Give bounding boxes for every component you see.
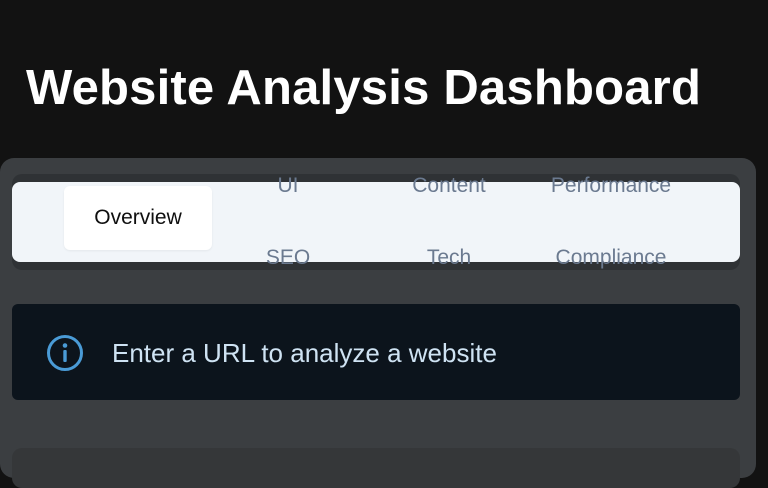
tab-content[interactable]: Content — [412, 174, 486, 198]
tab-performance[interactable]: Performance — [551, 174, 671, 198]
page-title: Website Analysis Dashboard — [26, 61, 702, 115]
tab-ui[interactable]: UI — [278, 174, 299, 198]
alert-message: Enter a URL to analyze a website — [112, 338, 497, 368]
info-icon — [47, 335, 83, 371]
tab-tech[interactable]: Tech — [427, 246, 471, 270]
results-card — [12, 448, 740, 488]
tab-compliance[interactable]: Compliance — [556, 246, 667, 270]
tab-seo[interactable]: SEO — [266, 246, 310, 270]
tab-overview[interactable]: Overview — [64, 186, 212, 250]
